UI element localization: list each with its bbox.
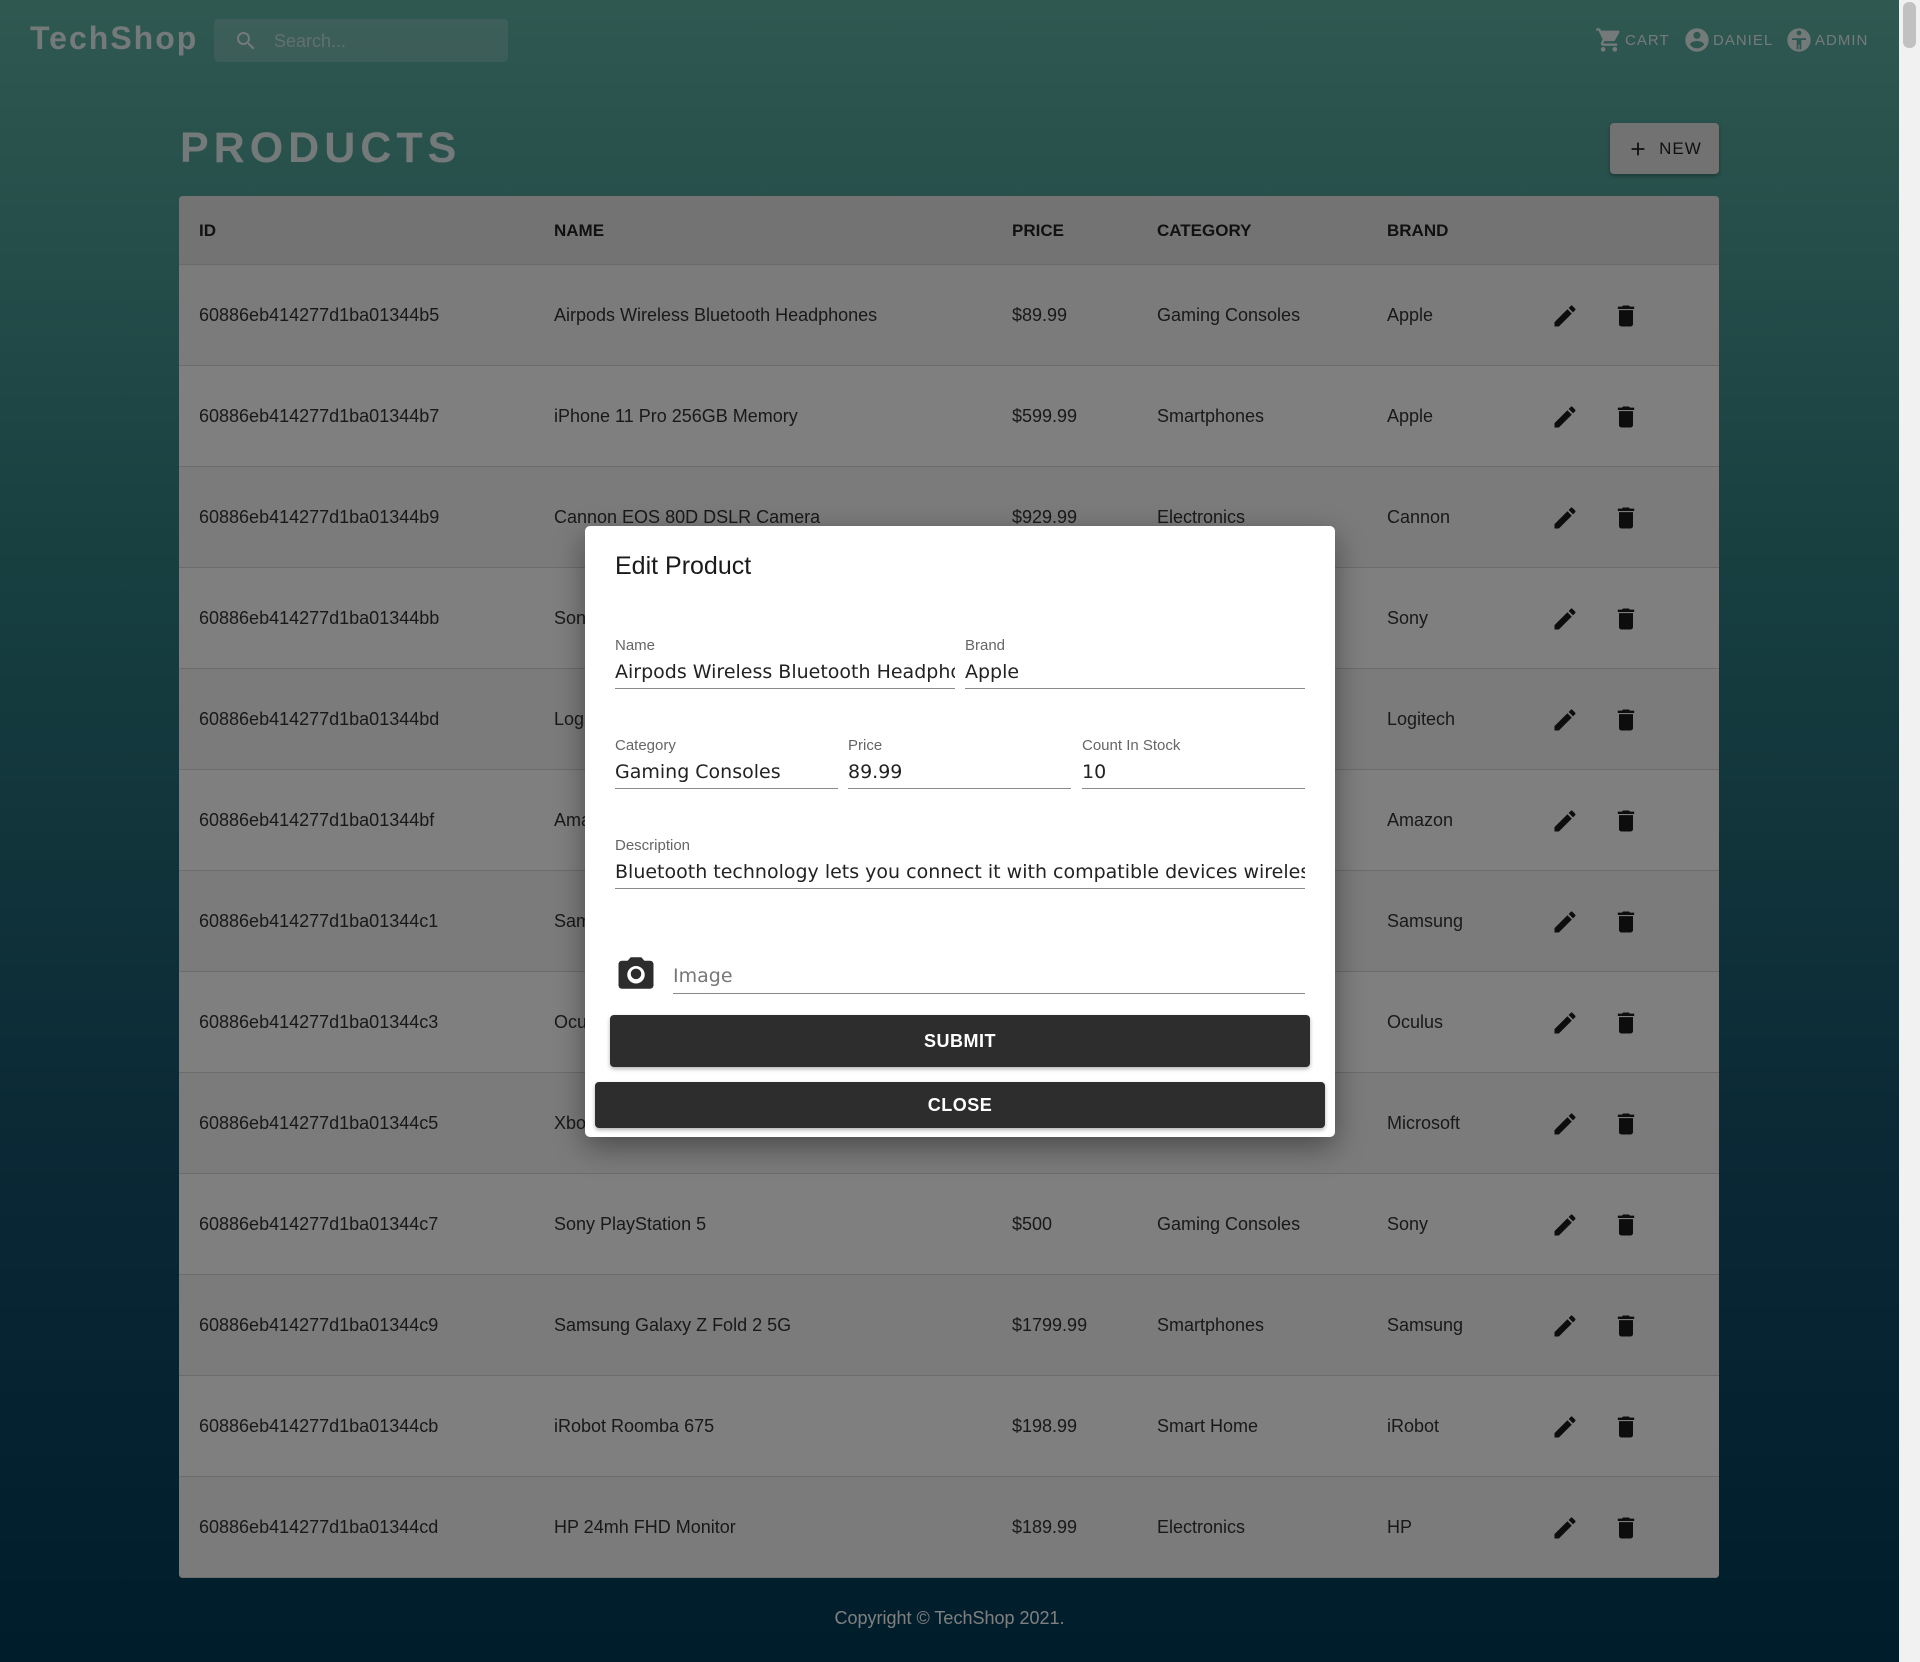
brand-label: Brand (965, 637, 1006, 654)
count-in-stock-input[interactable] (1082, 759, 1305, 785)
name-field: Name (615, 637, 955, 689)
category-field: Category (615, 737, 838, 789)
category-input[interactable] (615, 759, 838, 785)
description-label: Description (615, 837, 691, 854)
brand-input[interactable] (965, 659, 1305, 685)
page-scrollbar[interactable] (1899, 0, 1920, 1662)
camera-icon[interactable] (615, 952, 657, 994)
brand-field: Brand (965, 637, 1305, 689)
image-input[interactable] (673, 962, 1305, 990)
submit-button[interactable]: SUBMIT (610, 1015, 1310, 1067)
close-button[interactable]: CLOSE (595, 1082, 1325, 1128)
dialog-title: Edit Product (615, 552, 752, 580)
scrollbar-thumb[interactable] (1903, 2, 1916, 48)
description-input[interactable] (615, 859, 1305, 885)
count-in-stock-field: Count In Stock (1082, 737, 1305, 789)
description-field: Description (615, 837, 1305, 889)
price-label: Price (848, 737, 883, 754)
name-input[interactable] (615, 659, 955, 685)
image-field (673, 954, 1305, 994)
edit-product-dialog: Edit Product Name Brand Category Price C… (585, 526, 1335, 1137)
price-field: Price (848, 737, 1071, 789)
count-in-stock-label: Count In Stock (1082, 737, 1181, 754)
name-label: Name (615, 637, 656, 654)
price-input[interactable] (848, 759, 1071, 785)
category-label: Category (615, 737, 676, 754)
